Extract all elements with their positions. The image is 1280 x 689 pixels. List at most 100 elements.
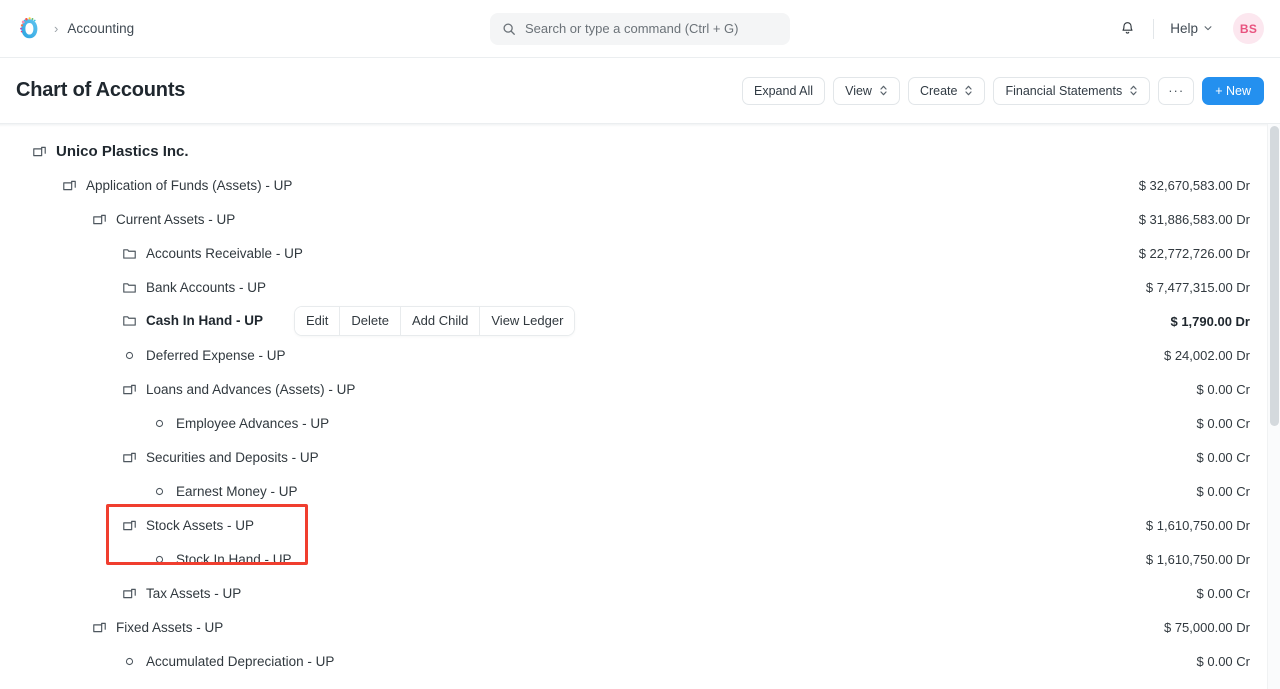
add-child-button[interactable]: Add Child (401, 307, 480, 336)
tree-node-label: Stock Assets - UP (146, 518, 254, 533)
tree-node[interactable]: Bank Accounts - UP (122, 280, 266, 295)
help-menu-button[interactable]: Help (1166, 16, 1217, 41)
tree-node-label: Employee Advances - UP (176, 416, 329, 431)
tree-row[interactable]: Accounts Receivable - UP $ 22,772,726.00 … (0, 236, 1280, 270)
tree-row[interactable]: Bank Accounts - UP$ 7,477,315.00 Dr (0, 270, 1280, 304)
tree-node[interactable]: Employee Advances - UP (152, 416, 329, 431)
search-input[interactable] (525, 21, 778, 36)
tree-node[interactable]: Current Assets - UP (92, 212, 235, 227)
tree-node-label: Bank Accounts - UP (146, 280, 266, 295)
tree-node-balance: $ 22,772,726.00 Dr (1139, 246, 1250, 261)
chevron-up-down-icon (1129, 84, 1138, 97)
frappe-logo-icon[interactable] (14, 14, 44, 44)
tree-node[interactable]: Accounts Receivable - UP (122, 246, 303, 261)
tree-row[interactable]: Securities and Deposits - UP$ 0.00 Cr (0, 440, 1280, 474)
tree-row[interactable]: Tax Assets - UP $ 0.00 Cr (0, 576, 1280, 610)
tree-node-label: Loans and Advances (Assets) - UP (146, 382, 355, 397)
vertical-scrollbar[interactable] (1267, 124, 1280, 689)
tree-node-balance: $ 1,790.00 Dr (1170, 314, 1250, 329)
tree-node-label: Accounts Receivable - UP (146, 246, 303, 261)
tree-row[interactable]: Buildings - UP$ 0.00 Cr (0, 678, 1280, 689)
leaf-circle-icon (152, 416, 167, 431)
folder-open-icon (122, 518, 137, 533)
folder-closed-icon (122, 313, 137, 328)
tree-node[interactable]: Application of Funds (Assets) - UP (62, 178, 292, 193)
navbar-divider (1153, 19, 1154, 39)
tree-node[interactable]: Unico Plastics Inc. (32, 143, 189, 160)
avatar[interactable]: BS (1233, 13, 1264, 44)
scrollbar-thumb[interactable] (1270, 126, 1279, 426)
tree-node-balance: $ 0.00 Cr (1197, 654, 1250, 669)
tree-node-balance: $ 75,000.00 Dr (1164, 620, 1250, 635)
more-options-button[interactable]: ··· (1158, 77, 1194, 105)
folder-closed-icon (122, 246, 137, 261)
folder-open-icon (122, 450, 137, 465)
edit-button[interactable]: Edit (295, 307, 340, 336)
folder-open-icon (122, 586, 137, 601)
tree-node[interactable]: Deferred Expense - UP (122, 348, 286, 363)
tree-row[interactable]: Employee Advances - UP $ 0.00 Cr (0, 406, 1280, 440)
search-box[interactable] (490, 13, 790, 45)
tree-node-balance: $ 0.00 Cr (1197, 586, 1250, 601)
tree-node[interactable]: Earnest Money - UP (152, 484, 298, 499)
folder-open-icon (122, 382, 137, 397)
tree-row[interactable]: Fixed Assets - UP $ 75,000.00 Dr (0, 610, 1280, 644)
tree-node-balance: $ 0.00 Cr (1197, 382, 1250, 397)
tree-node-label: Application of Funds (Assets) - UP (86, 178, 292, 193)
view-label: View (845, 84, 872, 98)
tree-node-balance: $ 0.00 Cr (1197, 484, 1250, 499)
tree-node-label: Accumulated Depreciation - UP (146, 654, 334, 669)
new-button[interactable]: + New (1202, 77, 1264, 105)
tree-row[interactable]: Stock Assets - UP$ 1,610,750.00 Dr (0, 508, 1280, 542)
tree-row[interactable]: Unico Plastics Inc. (0, 134, 1280, 168)
chevron-up-down-icon (964, 84, 973, 97)
chevron-down-icon (1203, 21, 1213, 36)
tree-node[interactable]: Fixed Assets - UP (92, 620, 223, 635)
tree-node[interactable]: Stock Assets - UP (122, 518, 254, 533)
bell-icon[interactable] (1111, 13, 1143, 45)
tree-node-label: Current Assets - UP (116, 212, 235, 227)
tree-node-balance: $ 24,002.00 Dr (1164, 348, 1250, 363)
global-search (490, 13, 790, 45)
tree-row[interactable]: Cash In Hand - UPEditDeleteAdd ChildView… (0, 304, 1280, 338)
help-label: Help (1170, 21, 1198, 36)
folder-open-icon (62, 178, 77, 193)
tree-node-label: Unico Plastics Inc. (56, 143, 189, 160)
view-ledger-button[interactable]: View Ledger (480, 307, 574, 336)
tree-row[interactable]: Stock In Hand - UP $ 1,610,750.00 Dr (0, 542, 1280, 576)
tree-node[interactable]: Cash In Hand - UPEditDeleteAdd ChildView… (122, 306, 575, 337)
financial-statements-button[interactable]: Financial Statements (993, 77, 1150, 105)
tree-row[interactable]: Application of Funds (Assets) - UP$ 32,6… (0, 168, 1280, 202)
breadcrumb-accounting[interactable]: Accounting (67, 21, 134, 36)
tree-row[interactable]: Deferred Expense - UP $ 24,002.00 Dr (0, 338, 1280, 372)
view-button[interactable]: View (833, 77, 900, 105)
chevron-up-down-icon (879, 84, 888, 97)
tree-node-label: Securities and Deposits - UP (146, 450, 319, 465)
tree-node-balance: $ 31,886,583.00 Dr (1139, 212, 1250, 227)
tree-node[interactable]: Stock In Hand - UP (152, 552, 292, 567)
tree-row[interactable]: Accumulated Depreciation - UP $ 0.00 Cr (0, 644, 1280, 678)
tree-node[interactable]: Accumulated Depreciation - UP (122, 654, 334, 669)
tree-node-balance: $ 1,610,750.00 Dr (1146, 552, 1250, 567)
expand-all-button[interactable]: Expand All (742, 77, 825, 105)
tree-node[interactable]: Tax Assets - UP (122, 586, 241, 601)
tree-node-balance: $ 0.00 Cr (1197, 416, 1250, 431)
tree-node[interactable]: Securities and Deposits - UP (122, 450, 319, 465)
tree-row[interactable]: Earnest Money - UP $ 0.00 Cr (0, 474, 1280, 508)
tree-node-label: Stock In Hand - UP (176, 552, 292, 567)
create-button[interactable]: Create (908, 77, 986, 105)
leaf-circle-icon (152, 484, 167, 499)
tree-node[interactable]: Loans and Advances (Assets) - UP (122, 382, 355, 397)
leaf-circle-icon (152, 552, 167, 567)
page-actions: Expand All View Create Financial Stateme… (742, 77, 1264, 105)
navbar-left: › Accounting (14, 14, 134, 44)
top-navbar: › Accounting Help BS (0, 0, 1280, 58)
page-header: Chart of Accounts Expand All View Create… (0, 58, 1280, 124)
tree-row[interactable]: Current Assets - UP $ 31,886,583.00 Dr (0, 202, 1280, 236)
delete-button[interactable]: Delete (340, 307, 401, 336)
folder-open-icon (92, 620, 107, 635)
create-label: Create (920, 84, 958, 98)
tree-node-label: Tax Assets - UP (146, 586, 241, 601)
tree-row[interactable]: Loans and Advances (Assets) - UP $ 0.00 C… (0, 372, 1280, 406)
tree-node-label: Fixed Assets - UP (116, 620, 223, 635)
